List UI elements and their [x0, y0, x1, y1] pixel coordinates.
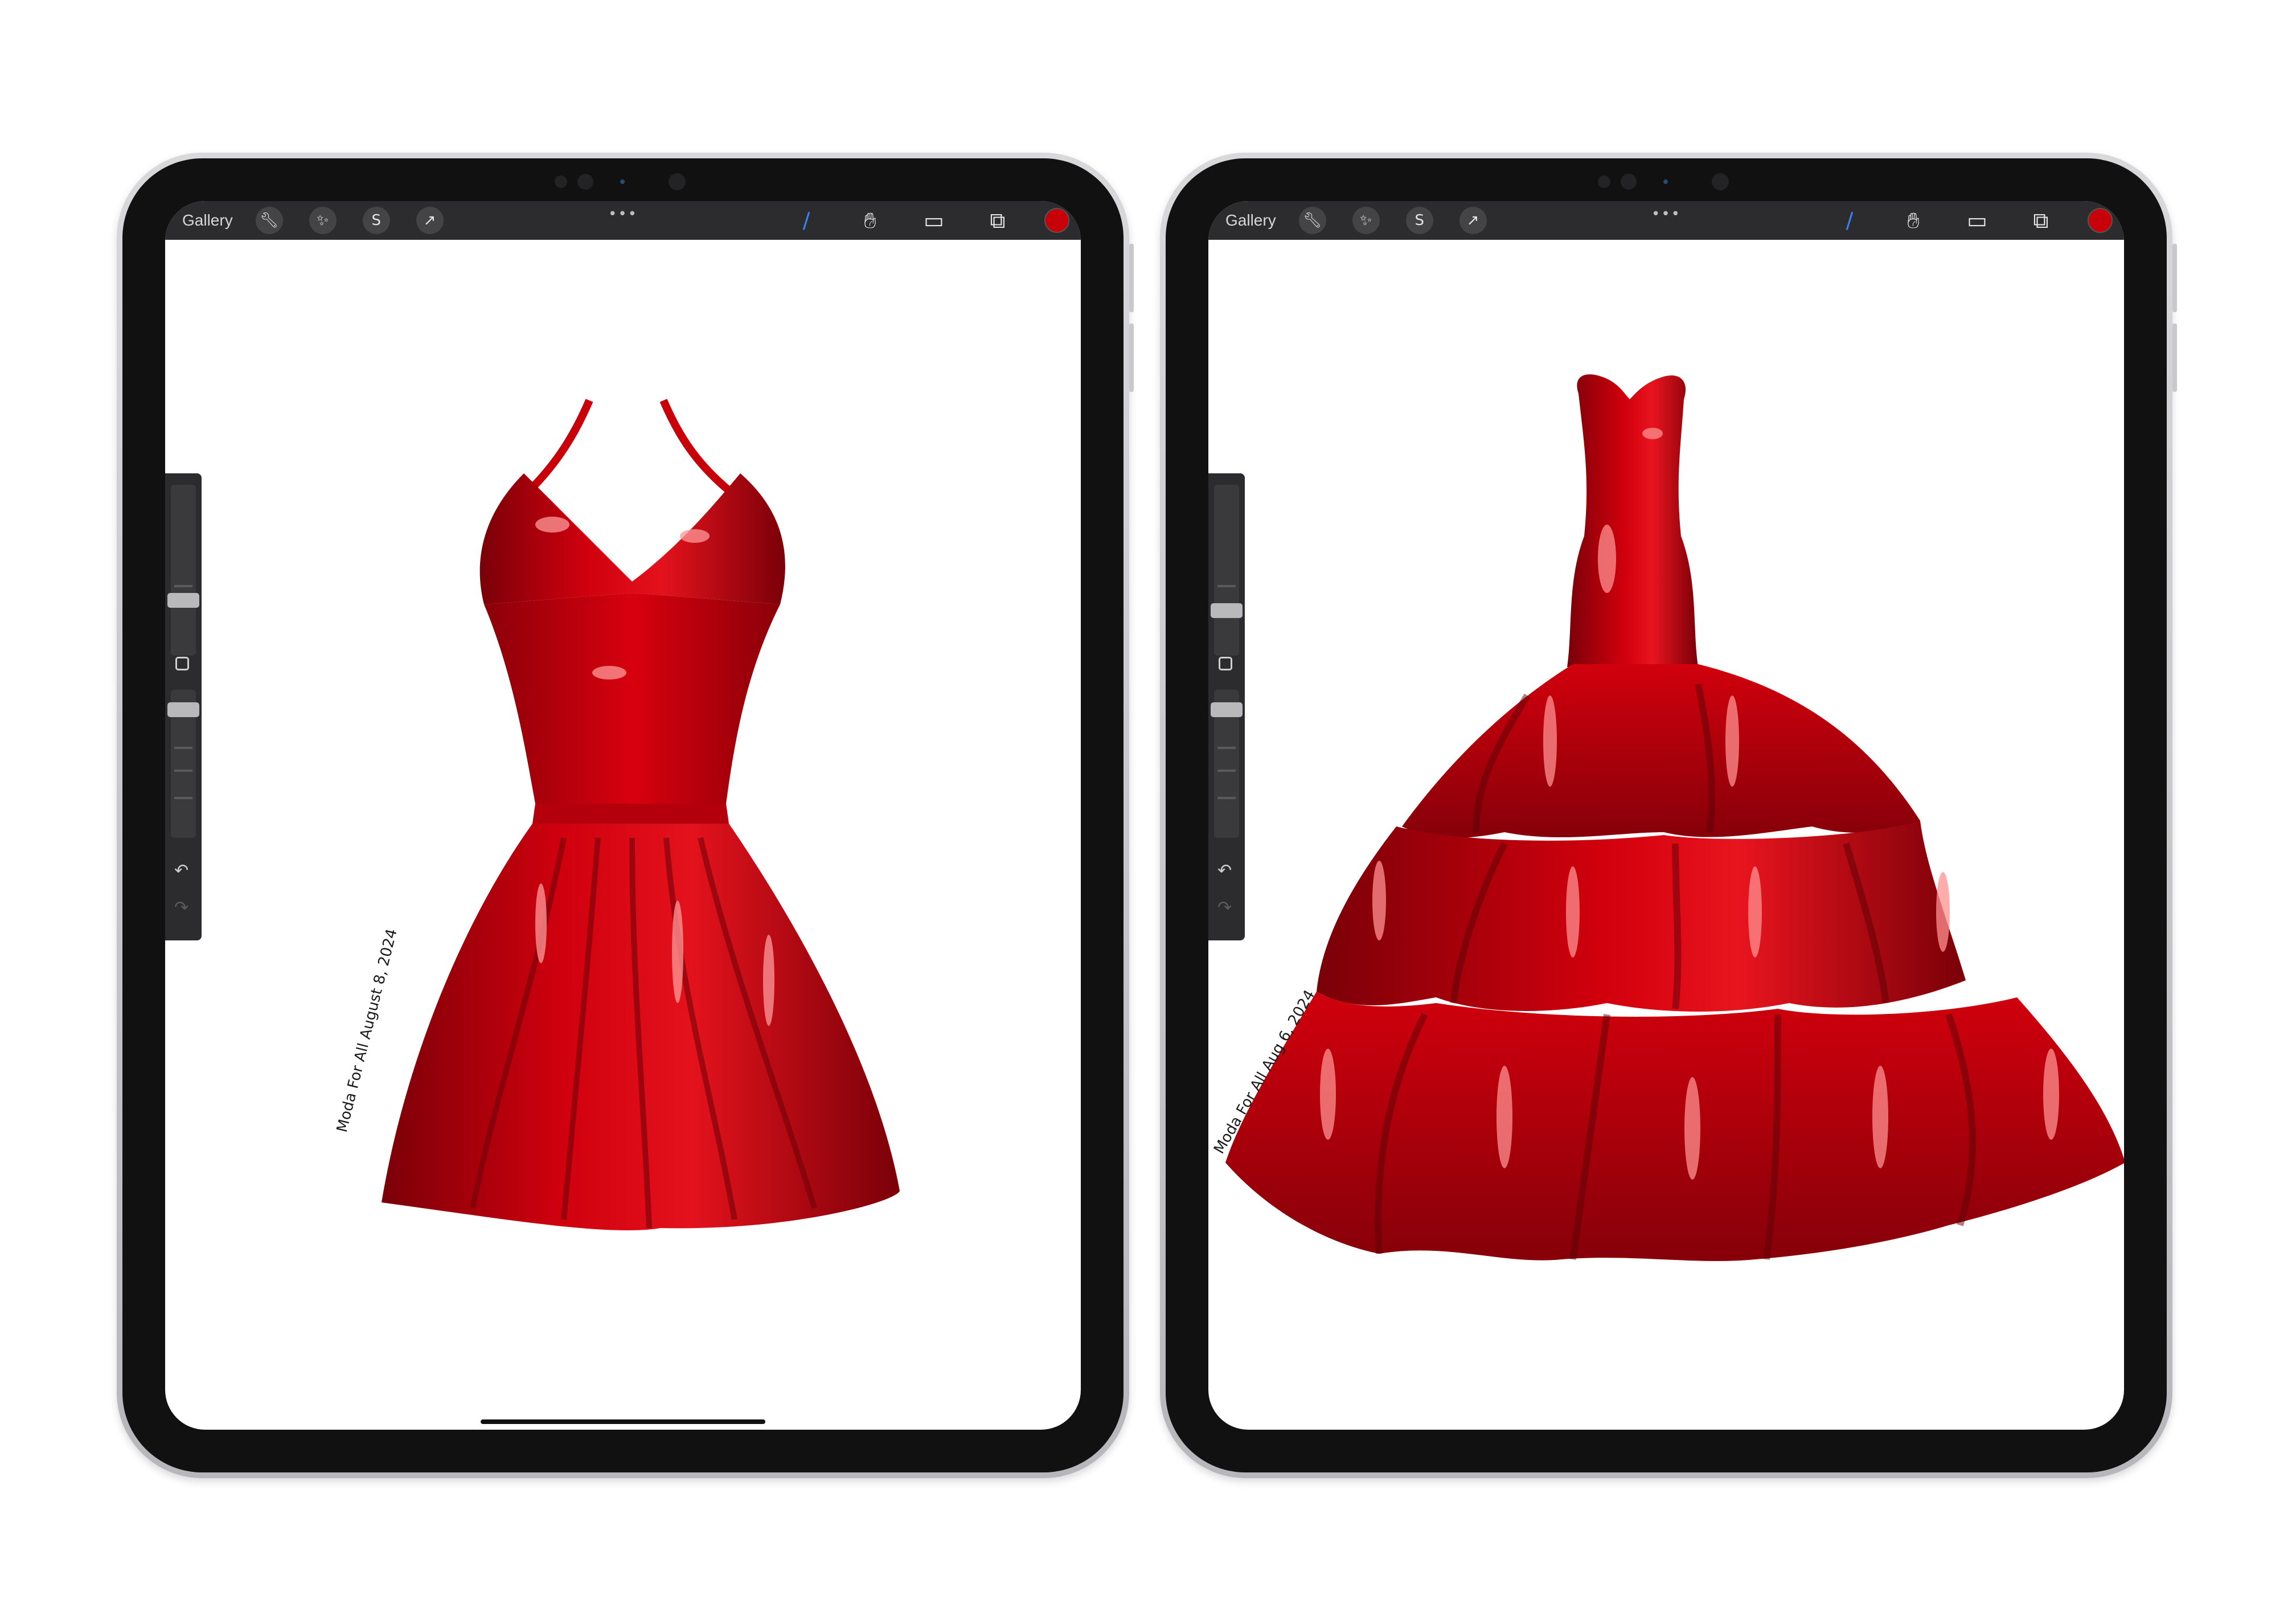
camera-housing	[538, 170, 708, 193]
layers-icon[interactable]: ⧉	[2024, 203, 2058, 238]
top-toolbar: Gallery 🔧︎ ✨︎ S ↗ ••• ∕ ✋︎ ▭ ⧉	[165, 201, 1081, 240]
sensor-icon	[555, 175, 567, 188]
indicator-icon	[1663, 179, 1668, 184]
ball-gown-drawing	[1225, 374, 2124, 1261]
eraser-icon[interactable]: ▭	[1960, 203, 1994, 238]
brush-icon[interactable]: ∕	[789, 203, 823, 238]
selection-icon[interactable]: S	[362, 207, 390, 234]
procreate-screen: Gallery 🔧︎ ✨︎ S ↗ ••• ∕ ✋︎ ▭ ⧉ ↶ ↷ Moda …	[1208, 201, 2124, 1430]
procreate-screen: Gallery 🔧︎ ✨︎ S ↗ ••• ∕ ✋︎ ▭ ⧉ ↶ ↷ Moda …	[165, 201, 1081, 1430]
more-dots-icon[interactable]: •••	[608, 206, 638, 223]
selection-icon[interactable]: S	[1405, 207, 1433, 234]
color-picker-button[interactable]	[2088, 208, 2113, 233]
halter-dress-drawing	[382, 399, 900, 1230]
color-picker-button[interactable]	[1044, 208, 1069, 233]
volume-button	[1129, 244, 1134, 312]
transform-arrow-icon[interactable]: ↗	[1459, 207, 1487, 234]
camera-icon	[1621, 174, 1637, 190]
volume-button	[2172, 244, 2177, 312]
indicator-icon	[620, 179, 625, 184]
camera-icon	[577, 174, 593, 190]
camera-icon	[669, 173, 686, 190]
home-indicator[interactable]	[481, 1419, 765, 1424]
smudge-icon[interactable]: ✋︎	[1896, 203, 1930, 238]
ipad-left: Gallery 🔧︎ ✨︎ S ↗ ••• ∕ ✋︎ ▭ ⧉ ↶ ↷ Moda …	[117, 153, 1134, 1478]
magic-wand-icon[interactable]: ✨︎	[1352, 207, 1380, 234]
wrench-icon[interactable]: 🔧︎	[1298, 207, 1326, 234]
wrench-icon[interactable]: 🔧︎	[255, 207, 283, 234]
canvas[interactable]: Moda For All August 8, 2024	[165, 240, 1081, 1430]
top-toolbar: Gallery 🔧︎ ✨︎ S ↗ ••• ∕ ✋︎ ▭ ⧉	[1208, 201, 2124, 240]
sensor-icon	[1598, 175, 1610, 188]
eraser-icon[interactable]: ▭	[917, 203, 951, 238]
more-dots-icon[interactable]: •••	[1651, 206, 1681, 223]
gallery-button[interactable]: Gallery	[182, 211, 233, 230]
camera-housing	[1581, 170, 1752, 193]
ipad-right: Gallery 🔧︎ ✨︎ S ↗ ••• ∕ ✋︎ ▭ ⧉ ↶ ↷ Moda …	[1160, 153, 2177, 1478]
ipad-bezel: Gallery 🔧︎ ✨︎ S ↗ ••• ∕ ✋︎ ▭ ⧉ ↶ ↷ Moda …	[1166, 158, 2167, 1472]
gallery-button[interactable]: Gallery	[1225, 211, 1276, 230]
canvas[interactable]: Moda For All Aug 6, 2024	[1208, 240, 2124, 1430]
volume-button	[1129, 324, 1134, 392]
brush-icon[interactable]: ∕	[1832, 203, 1867, 238]
smudge-icon[interactable]: ✋︎	[853, 203, 887, 238]
ipad-bezel: Gallery 🔧︎ ✨︎ S ↗ ••• ∕ ✋︎ ▭ ⧉ ↶ ↷ Moda …	[122, 158, 1124, 1472]
volume-button	[2172, 324, 2177, 392]
camera-icon	[1712, 173, 1729, 190]
transform-arrow-icon[interactable]: ↗	[416, 207, 444, 234]
magic-wand-icon[interactable]: ✨︎	[309, 207, 337, 234]
layers-icon[interactable]: ⧉	[981, 203, 1015, 238]
